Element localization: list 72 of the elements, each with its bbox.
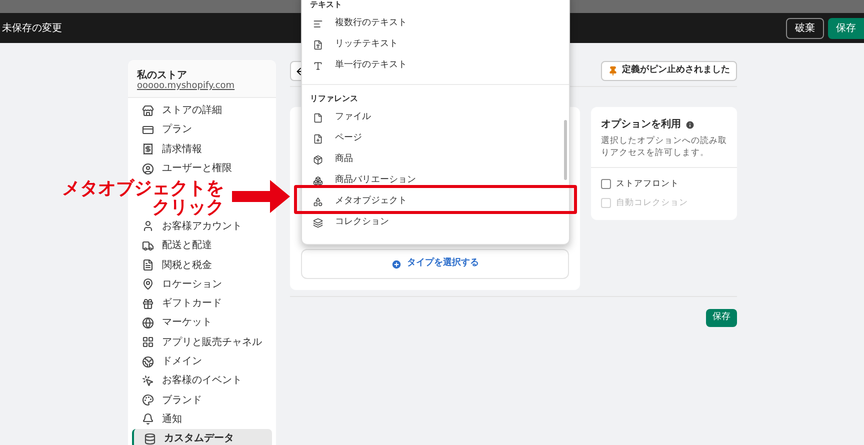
section-heading: テキスト bbox=[309, 0, 343, 11]
type-icon bbox=[313, 60, 323, 70]
save-button[interactable]: 保存 bbox=[828, 18, 864, 38]
info-icon bbox=[685, 120, 695, 130]
annotation-text: メタオブジェクトを bbox=[62, 179, 224, 198]
card-title: オプションを利用 bbox=[601, 117, 681, 132]
select-type-button[interactable]: タイプを選択する bbox=[301, 249, 569, 279]
type-option[interactable]: 商品 bbox=[335, 154, 353, 165]
bar-title: 未保存の変更 bbox=[2, 22, 62, 36]
option-label: 自動コレクション bbox=[616, 196, 688, 210]
sidebar-item[interactable]: ストアの詳細 bbox=[132, 101, 272, 120]
type-option[interactable]: ファイル bbox=[335, 112, 371, 123]
sidebar-item[interactable]: お客様のイベント bbox=[132, 371, 272, 390]
menu-icon bbox=[142, 143, 154, 156]
menu-icon bbox=[142, 394, 154, 406]
sidebar-item[interactable]: プラン bbox=[132, 120, 272, 140]
type-option[interactable]: 単一行のテキスト bbox=[335, 60, 407, 71]
menu-icon bbox=[142, 220, 154, 232]
type-icon bbox=[313, 134, 323, 144]
sidebar-item[interactable]: お客様アカウント bbox=[132, 216, 272, 236]
sidebar-item[interactable]: ドメイン bbox=[132, 352, 272, 372]
store-name: 私のストア bbox=[137, 70, 188, 81]
menu-icon bbox=[142, 413, 154, 426]
sidebar-item[interactable]: 請求情報 bbox=[132, 140, 272, 159]
sidebar-item[interactable]: 通知 bbox=[132, 410, 272, 430]
annotation-text: クリック bbox=[152, 198, 224, 217]
type-icon bbox=[313, 154, 323, 164]
card-description: 選択したオプションへの読み取りアクセスを許可します。 bbox=[601, 135, 727, 159]
menu-icon bbox=[142, 104, 154, 117]
menu-icon bbox=[142, 336, 154, 348]
menu-icon bbox=[142, 298, 154, 310]
menu-icon bbox=[144, 432, 156, 445]
arrow-icon bbox=[232, 180, 290, 213]
type-icon bbox=[313, 40, 323, 50]
menu-icon bbox=[142, 316, 154, 329]
discard-button[interactable]: 破棄 bbox=[786, 18, 824, 38]
type-option[interactable]: 商品バリエーション bbox=[335, 175, 416, 186]
add-icon bbox=[391, 258, 402, 270]
section-heading: リファレンス bbox=[309, 93, 359, 105]
menu-icon bbox=[142, 162, 154, 175]
type-icon bbox=[313, 112, 323, 122]
type-icon bbox=[313, 196, 323, 206]
menu-icon bbox=[142, 259, 154, 272]
type-icon bbox=[313, 218, 323, 228]
pin-icon bbox=[608, 66, 618, 76]
sidebar-item[interactable]: ブランド bbox=[132, 390, 272, 410]
menu-icon bbox=[142, 356, 154, 368]
sidebar-item[interactable]: 関税と税金 bbox=[132, 255, 272, 275]
sidebar-item[interactable]: アプリと販売チャネル bbox=[132, 332, 272, 352]
sidebar-item[interactable]: 配送と配達 bbox=[132, 236, 272, 256]
save-button[interactable]: 保存 bbox=[706, 309, 737, 327]
sidebar-item[interactable]: ロケーション bbox=[132, 274, 272, 294]
menu-icon bbox=[142, 124, 154, 136]
menu-icon bbox=[142, 240, 154, 252]
type-icon bbox=[313, 18, 323, 28]
type-option[interactable]: メタオブジェクト bbox=[335, 196, 407, 207]
type-option[interactable]: 複数行のテキスト bbox=[335, 18, 407, 29]
sidebar-item[interactable]: ギフトカード bbox=[132, 294, 272, 314]
type-option[interactable]: リッチテキスト bbox=[335, 39, 398, 50]
checkbox[interactable] bbox=[601, 179, 611, 190]
pin-button[interactable]: 定義がピン止めされました bbox=[601, 61, 737, 81]
type-option[interactable]: ページ bbox=[335, 133, 362, 144]
type-option[interactable]: コレクション bbox=[335, 217, 389, 228]
menu-icon bbox=[142, 374, 154, 387]
sidebar-item[interactable]: マーケット bbox=[132, 313, 272, 333]
sidebar-item[interactable]: ユーザーと権限 bbox=[132, 158, 272, 178]
sidebar-item[interactable]: カスタムデータ bbox=[132, 429, 272, 445]
store-url: ooooo.myshopify.com bbox=[137, 81, 236, 91]
scrollbar-thumb bbox=[564, 120, 567, 180]
type-icon bbox=[313, 176, 323, 186]
menu-icon bbox=[142, 278, 154, 290]
option-label: ストアフロント bbox=[616, 178, 679, 191]
